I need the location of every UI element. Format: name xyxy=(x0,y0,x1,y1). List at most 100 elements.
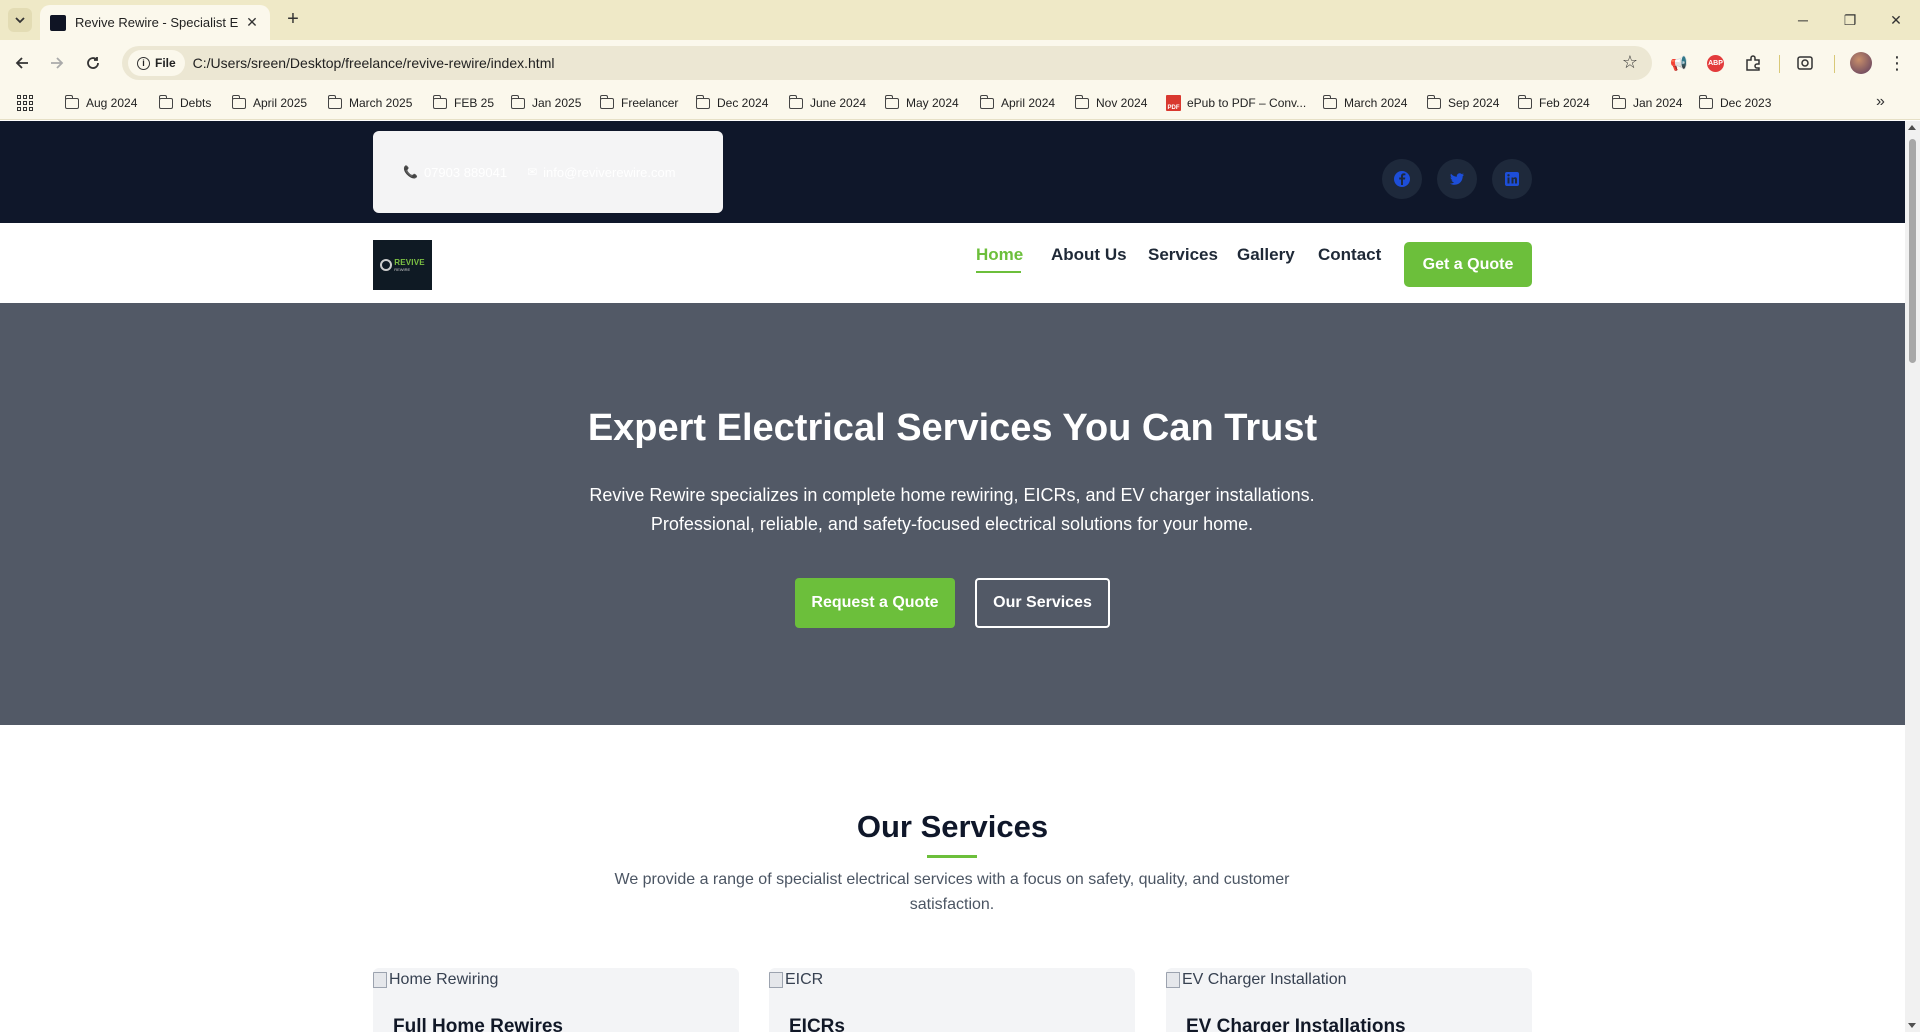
hero-subtitle: Revive Rewire specializes in complete ho… xyxy=(552,481,1352,539)
browser-tab-strip: Revive Rewire - Specialist Electr ✕ + ─ … xyxy=(0,0,1920,40)
twitter-link[interactable] xyxy=(1437,159,1477,199)
bookmark-folder[interactable]: Dec 2024 xyxy=(695,94,768,112)
bookmark-label: March 2025 xyxy=(349,96,413,110)
folder-icon xyxy=(1611,94,1626,109)
bookmark-label: FEB 25 xyxy=(454,96,495,110)
reload-icon xyxy=(87,57,99,69)
bookmark-folder[interactable]: March 2025 xyxy=(327,94,413,112)
bookmark-label: ePub to PDF – Conv... xyxy=(1187,96,1307,110)
browser-tab[interactable]: Revive Rewire - Specialist Electr ✕ xyxy=(40,5,270,40)
forward-button[interactable] xyxy=(44,50,70,76)
folder-icon xyxy=(884,94,899,109)
arrow-left-icon xyxy=(15,57,28,69)
nav-home[interactable]: Home xyxy=(976,245,1023,265)
site-logo[interactable]: REVIVE REWIRE xyxy=(373,240,432,290)
more-bookmarks-icon[interactable]: » xyxy=(1876,93,1885,111)
site-info-chip[interactable]: i File xyxy=(128,50,185,76)
contact-info-box: 📞 07903 889041 ✉ info@reviverewire.com xyxy=(373,131,723,213)
close-window-button[interactable]: ✕ xyxy=(1881,8,1911,32)
facebook-link[interactable] xyxy=(1382,159,1422,199)
adblock-extension-icon[interactable]: ABP xyxy=(1707,55,1724,72)
bookmark-folder[interactable]: April 2024 xyxy=(979,94,1056,112)
bookmark-folder[interactable]: Aug 2024 xyxy=(64,94,137,112)
bookmark-folder[interactable]: May 2024 xyxy=(884,94,959,112)
services-title-underline xyxy=(927,855,977,858)
url-text: C:/Users/sreen/Desktop/freelance/revive-… xyxy=(192,55,555,71)
chevron-down-icon xyxy=(15,17,25,24)
megaphone-extension-icon[interactable]: 📢 xyxy=(1668,52,1690,74)
bookmark-label: April 2024 xyxy=(1001,96,1056,110)
twitter-icon xyxy=(1450,173,1464,185)
bookmark-folder[interactable]: Dec 2023 xyxy=(1698,94,1771,112)
get-a-quote-button[interactable]: Get a Quote xyxy=(1404,242,1532,287)
broken-image-icon xyxy=(373,972,387,988)
folder-icon xyxy=(158,94,173,109)
bookmark-link[interactable]: PDF ePub to PDF – Conv... xyxy=(1166,94,1306,112)
bookmark-label: Jan 2025 xyxy=(532,96,582,110)
close-tab-icon[interactable]: ✕ xyxy=(244,14,260,31)
bookmark-folder[interactable]: Debts xyxy=(158,94,212,112)
nav-services[interactable]: Services xyxy=(1148,245,1218,265)
bookmark-label: Debts xyxy=(180,96,212,110)
url-scheme-label: File xyxy=(155,56,176,70)
nav-contact[interactable]: Contact xyxy=(1318,245,1381,265)
bookmark-folder[interactable]: Jan 2025 xyxy=(510,94,582,112)
folder-icon xyxy=(788,94,803,109)
services-title: Our Services xyxy=(856,809,1049,844)
folder-icon xyxy=(695,94,710,109)
restore-window-button[interactable]: ❐ xyxy=(1835,8,1865,32)
bookmark-folder[interactable]: Jan 2024 xyxy=(1611,94,1682,112)
back-button[interactable] xyxy=(9,50,35,76)
site-navbar: REVIVE REWIRE Home About Us Services Gal… xyxy=(0,223,1905,303)
bookmark-folder[interactable]: June 2024 xyxy=(788,94,866,112)
bookmark-folder[interactable]: April 2025 xyxy=(231,94,307,112)
scrollbar-thumb[interactable] xyxy=(1909,139,1916,363)
logo-text: REVIVE xyxy=(394,257,425,267)
service-image: EV Charger Installation xyxy=(1166,971,1347,989)
apps-grid-icon[interactable] xyxy=(17,95,33,111)
email-contact[interactable]: ✉ info@reviverewire.com xyxy=(527,165,675,180)
linkedin-icon xyxy=(1505,172,1519,186)
screen-capture-icon[interactable] xyxy=(1794,52,1816,74)
scroll-down-icon[interactable] xyxy=(1908,1023,1916,1028)
logo-ring-icon xyxy=(380,259,393,271)
address-bar[interactable]: i File C:/Users/sreen/Desktop/freelance/… xyxy=(122,46,1652,80)
phone-contact[interactable]: 📞 07903 889041 xyxy=(403,165,507,180)
bookmark-star-icon[interactable]: ☆ xyxy=(1622,52,1638,73)
extensions-puzzle-icon[interactable] xyxy=(1742,52,1764,74)
nav-gallery[interactable]: Gallery xyxy=(1237,245,1295,265)
service-card[interactable]: EV Charger Installation EV Charger Insta… xyxy=(1166,968,1532,1032)
our-services-button[interactable]: Our Services xyxy=(975,578,1110,628)
bookmark-folder[interactable]: Freelancer xyxy=(599,94,679,112)
folder-icon xyxy=(1517,94,1532,109)
tab-search-button[interactable] xyxy=(8,8,32,32)
request-quote-button[interactable]: Request a Quote xyxy=(795,578,955,628)
services-description-line: satisfaction. xyxy=(909,896,995,913)
profile-avatar[interactable] xyxy=(1850,52,1872,74)
page-viewport: 📞 07903 889041 ✉ info@reviverewire.com R… xyxy=(0,121,1905,1032)
scroll-up-icon[interactable] xyxy=(1908,125,1916,130)
browser-menu-icon[interactable]: ⋮ xyxy=(1886,52,1908,74)
page-scrollbar[interactable] xyxy=(1905,121,1920,1032)
linkedin-link[interactable] xyxy=(1492,159,1532,199)
bookmark-folder[interactable]: Feb 2024 xyxy=(1517,94,1590,112)
bookmark-label: Freelancer xyxy=(621,96,679,110)
service-image: Home Rewiring xyxy=(373,971,498,989)
bookmark-folder[interactable]: Sep 2024 xyxy=(1426,94,1499,112)
service-card[interactable]: EICR EICRs xyxy=(769,968,1135,1032)
bookmark-folder[interactable]: March 2024 xyxy=(1322,94,1407,112)
toolbar-separator xyxy=(1834,55,1835,73)
reload-button[interactable] xyxy=(80,50,106,76)
service-card-title: Full Home Rewires xyxy=(393,1016,563,1032)
service-card[interactable]: Home Rewiring Full Home Rewires xyxy=(373,968,739,1032)
folder-icon xyxy=(1322,94,1337,109)
bookmark-folder[interactable]: Nov 2024 xyxy=(1074,94,1147,112)
minimize-window-button[interactable]: ─ xyxy=(1788,8,1818,32)
folder-icon xyxy=(432,94,447,109)
new-tab-button[interactable]: + xyxy=(282,9,304,31)
phone-icon: 📞 xyxy=(403,165,418,179)
folder-icon xyxy=(1698,94,1713,109)
nav-about-us[interactable]: About Us xyxy=(1051,245,1127,265)
bookmark-folder[interactable]: FEB 25 xyxy=(432,94,495,112)
hero-subtitle-line: Revive Rewire specializes in complete ho… xyxy=(589,485,1315,505)
